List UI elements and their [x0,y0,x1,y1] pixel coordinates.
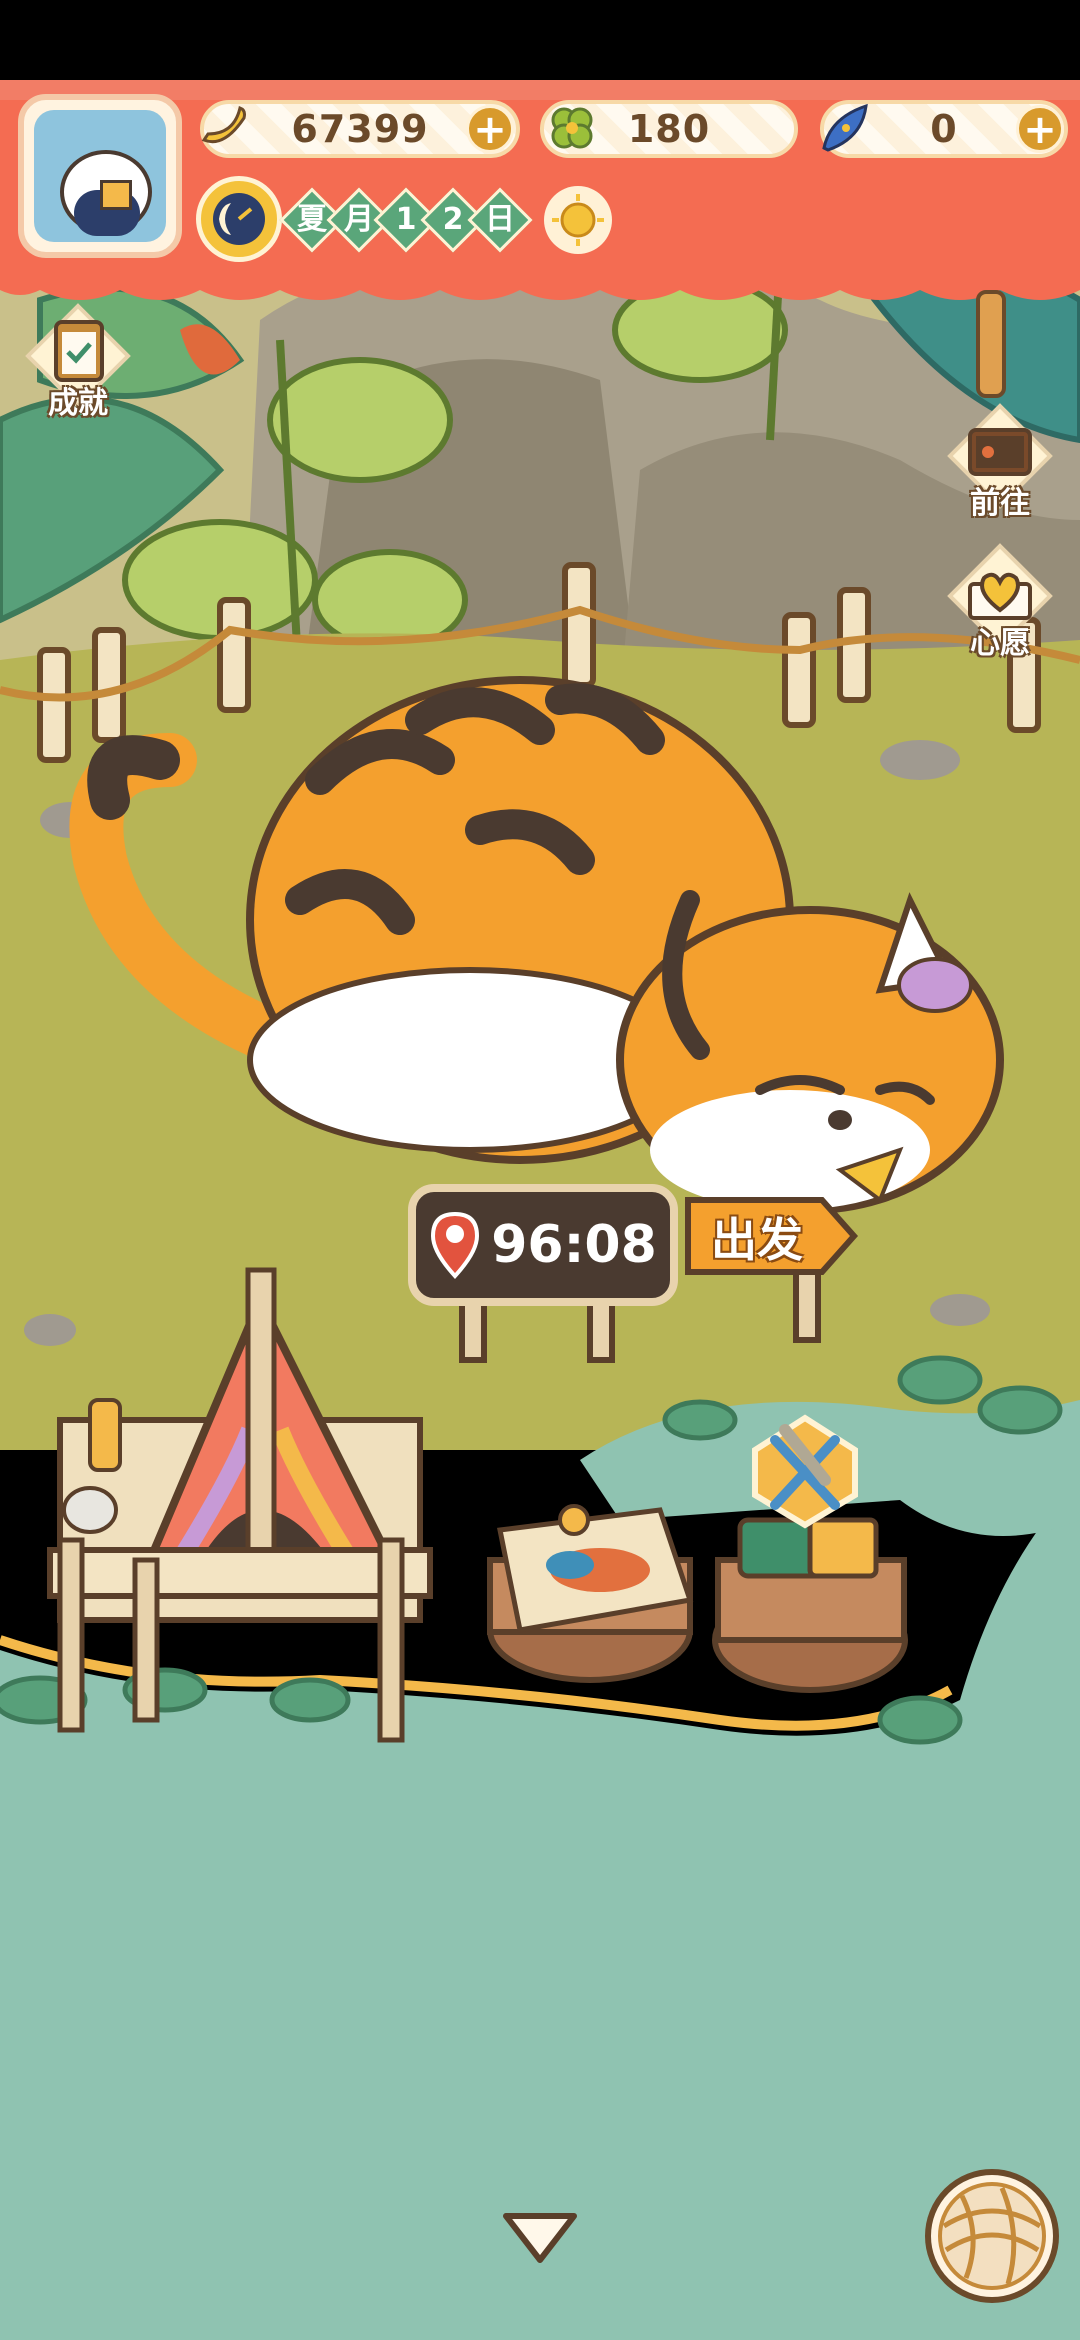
crafting-stump [712,1517,908,1693]
clover-count: 180 [627,107,711,151]
chevron-down-icon [503,2213,577,2263]
game-scene [0,0,1080,2340]
location-pin-icon [431,1211,480,1279]
banana-icon [192,96,256,160]
yarn-ball-button[interactable] [922,2166,1062,2306]
player-avatar[interactable] [18,94,182,258]
wish-button[interactable]: 心愿 [940,540,1060,670]
yarn-ball-icon [925,2169,1059,2303]
map-table [487,1504,694,1683]
add-banana-button[interactable]: + [466,105,514,153]
depart-label: 出发 [711,1213,803,1267]
sun-icon[interactable] [544,186,612,254]
banana-count: 67399 [291,107,429,151]
cat-avatar-icon [34,110,166,242]
season-date: 夏 月 1 2 日 [279,187,533,253]
achievements-button[interactable]: 成就 [18,300,138,430]
date-char: 日 [485,202,515,237]
hanging-charm [976,290,1006,398]
clover-icon [540,96,604,160]
go-label: 前往 [970,486,1030,521]
achievements-label: 成就 [48,386,108,421]
collapse-button[interactable] [498,2206,582,2270]
add-gem-button[interactable]: + [1016,105,1064,153]
go-button[interactable]: 前往 [940,400,1060,530]
wish-label: 心愿 [970,626,1030,661]
travel-timer[interactable]: 96:08 [408,1184,678,1306]
feather-gem-icon [814,96,878,160]
timer-text: 96:08 [491,1215,657,1275]
moon-clock-icon [196,176,282,262]
depart-button[interactable]: 出发 [682,1190,862,1286]
gem-count: 0 [930,107,958,151]
